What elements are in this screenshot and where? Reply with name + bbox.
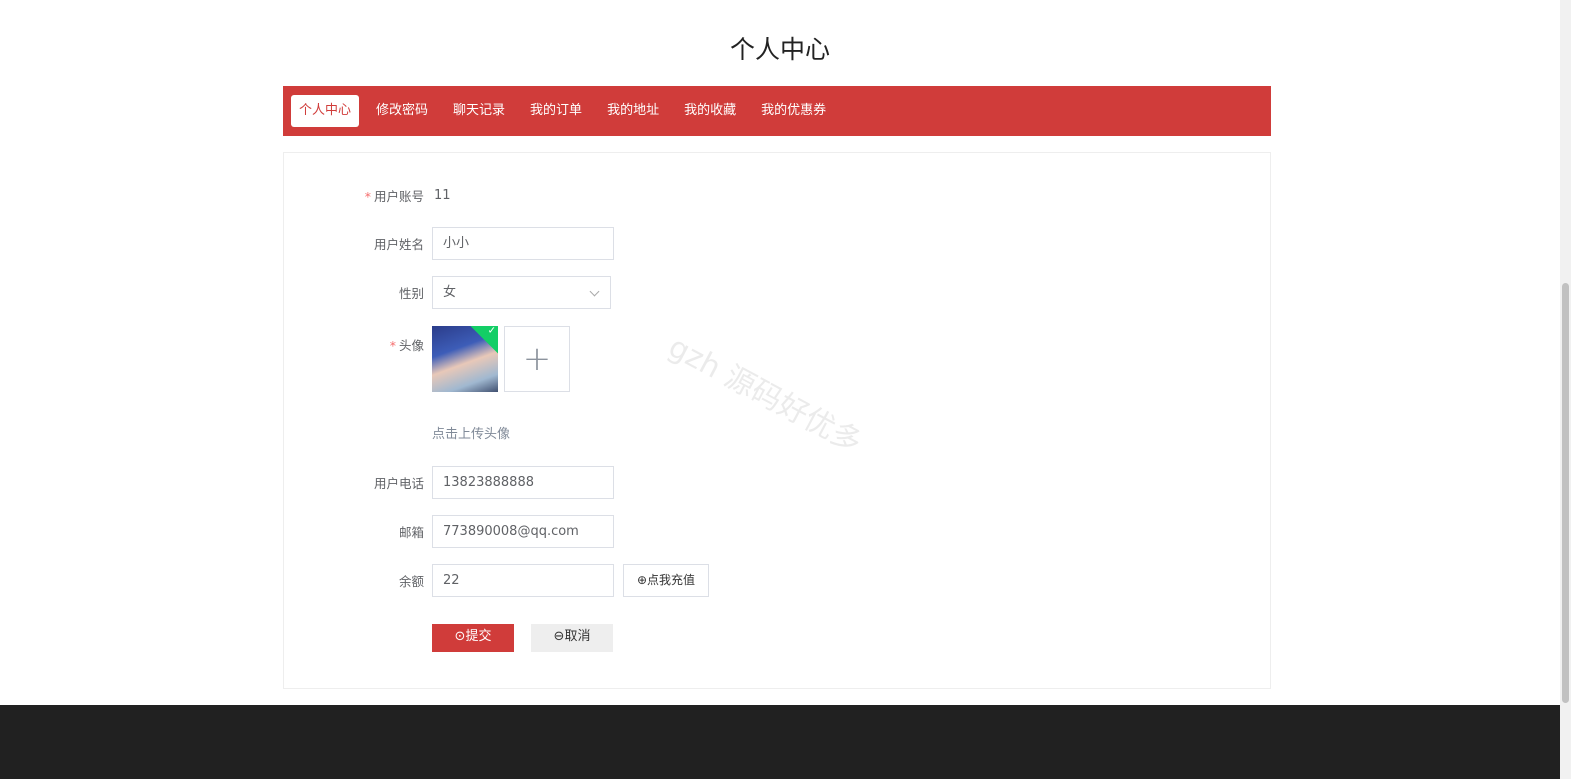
account-value: 11 — [434, 187, 451, 203]
scrollbar[interactable] — [1560, 0, 1571, 779]
tab-coupons[interactable]: 我的优惠券 — [753, 95, 834, 127]
tab-addresses[interactable]: 我的地址 — [599, 95, 667, 127]
tab-change-password[interactable]: 修改密码 — [368, 95, 436, 127]
recharge-button[interactable]: ⊕点我充值 — [623, 564, 709, 597]
email-input[interactable]: 773890008@qq.com — [432, 515, 614, 548]
phone-input[interactable]: 13823888888 — [432, 466, 614, 499]
account-label: * 用户账号 — [364, 188, 424, 204]
avatar-label: * 头像 — [389, 338, 424, 353]
phone-label: 用户电话 — [373, 476, 424, 491]
avatar-image[interactable]: ✓ — [432, 326, 498, 392]
nav-bar: 个人中心 修改密码 聊天记录 我的订单 我的地址 我的收藏 我的优惠券 — [283, 86, 1271, 136]
name-label: 用户姓名 — [373, 237, 424, 252]
balance-label: 余额 — [398, 574, 424, 589]
tab-orders[interactable]: 我的订单 — [522, 95, 590, 127]
avatar-upload-hint[interactable]: 点击上传头像 — [432, 423, 510, 442]
footer — [0, 705, 1560, 779]
check-icon: ✓ — [470, 326, 498, 354]
email-label: 邮箱 — [398, 525, 424, 540]
page-title: 个人中心 — [729, 35, 830, 64]
cancel-button[interactable]: ⊖取消 — [531, 624, 613, 652]
tab-profile[interactable]: 个人中心 — [291, 95, 360, 127]
name-input[interactable]: 小小 — [432, 227, 614, 260]
tab-favorites[interactable]: 我的收藏 — [676, 95, 744, 127]
tab-chat-history[interactable]: 聊天记录 — [445, 95, 513, 127]
gender-select[interactable]: 女 — [432, 276, 611, 309]
balance-input[interactable]: 22 — [432, 564, 614, 597]
submit-button[interactable]: ⊙提交 — [432, 624, 514, 652]
gender-label: 性别 — [398, 286, 424, 301]
upload-plus-button[interactable]: + — [504, 326, 570, 392]
scrollbar-thumb[interactable] — [1562, 283, 1569, 703]
